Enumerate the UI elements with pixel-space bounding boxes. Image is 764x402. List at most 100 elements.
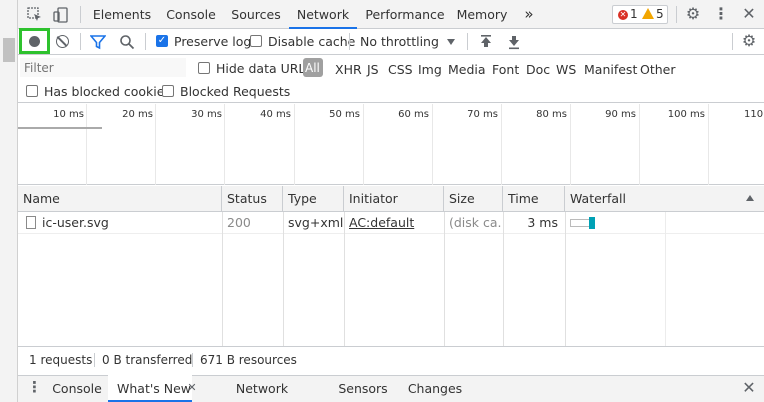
has-blocked-cookies-checkbox[interactable] xyxy=(26,85,38,97)
blocked-requests-checkbox[interactable] xyxy=(162,85,174,97)
overview-tick-label: 90 ms xyxy=(605,109,636,120)
column-header-status[interactable]: Status xyxy=(222,186,283,212)
inspect-element-icon[interactable] xyxy=(26,6,44,24)
customize-menu-icon[interactable]: ⋮ xyxy=(713,6,729,24)
close-drawer-icon[interactable]: ✕ xyxy=(740,380,758,398)
overview-tick-label: 80 ms xyxy=(536,109,567,120)
device-toolbar-icon[interactable] xyxy=(52,6,70,24)
filter-type-ws[interactable]: WS xyxy=(556,62,576,77)
status-separator xyxy=(192,353,193,367)
status-separator xyxy=(94,353,95,367)
overview-grid-line xyxy=(708,104,709,185)
overview-grid-line xyxy=(155,104,156,185)
request-status: 200 xyxy=(227,215,251,230)
overview-tick-label: 100 ms xyxy=(667,109,705,120)
scrollbar-thumb[interactable] xyxy=(3,38,15,62)
tab-console[interactable]: Console xyxy=(160,0,222,29)
clear-icon[interactable] xyxy=(56,35,69,48)
filter-type-doc[interactable]: Doc xyxy=(526,62,550,77)
filter-type-css[interactable]: CSS xyxy=(388,62,413,77)
search-icon[interactable] xyxy=(119,34,135,50)
waterfall-timing-bar xyxy=(589,217,595,229)
drawer-menu-icon[interactable]: ⋮ xyxy=(27,380,42,397)
export-har-icon[interactable] xyxy=(507,34,521,50)
tabbar-separator-2 xyxy=(676,6,677,23)
overview-grid-line xyxy=(501,104,502,185)
overview-grid-line xyxy=(639,104,640,185)
hide-data-urls-label[interactable]: Hide data URLs xyxy=(216,61,312,76)
tabbar-separator xyxy=(80,6,81,23)
disable-cache-checkbox[interactable] xyxy=(250,35,262,47)
filter-funnel-icon[interactable] xyxy=(89,34,107,50)
warning-count: 5 xyxy=(656,7,664,21)
overview-tick-label: 10 ms xyxy=(53,109,84,120)
close-whats-new-icon[interactable]: ✕ xyxy=(186,382,198,394)
toolbar-separator-2 xyxy=(145,33,146,50)
column-header-initiator[interactable]: Initiator xyxy=(344,186,444,212)
sort-ascending-icon[interactable] xyxy=(746,195,754,201)
filter-type-manifest[interactable]: Manifest xyxy=(584,62,637,77)
overview-tick-label: 70 ms xyxy=(467,109,498,120)
column-divider xyxy=(565,212,566,346)
overview-grid-line xyxy=(294,104,295,185)
error-count: 1 xyxy=(630,7,638,21)
filter-input[interactable] xyxy=(20,58,186,77)
filter-type-js[interactable]: JS xyxy=(367,62,379,77)
overview-grid-line xyxy=(432,104,433,185)
column-header-waterfall[interactable]: Waterfall xyxy=(565,186,764,212)
column-header-time[interactable]: Time xyxy=(503,186,565,212)
overview-tick-label: 60 ms xyxy=(398,109,429,120)
blocked-requests-label[interactable]: Blocked Requests xyxy=(180,84,290,99)
network-settings-gear-icon[interactable]: ⚙ xyxy=(740,33,758,51)
preserve-log-checkbox[interactable]: ✓ xyxy=(156,35,168,47)
overview-tick-label: 20 ms xyxy=(122,109,153,120)
filter-type-other[interactable]: Other xyxy=(640,62,676,77)
transferred-size: 0 B transferred xyxy=(102,353,193,367)
tab-memory[interactable]: Memory xyxy=(452,0,512,29)
drawer-tab-network-conditions[interactable]: Network conditions xyxy=(204,375,320,402)
overview-grid-line xyxy=(224,104,225,185)
settings-gear-icon[interactable]: ⚙ xyxy=(684,6,702,24)
toolbar-separator-3 xyxy=(349,33,350,50)
disable-cache-label[interactable]: Disable cache xyxy=(268,34,355,49)
tab-elements[interactable]: Elements xyxy=(88,0,156,29)
overview-grid-line xyxy=(86,104,87,185)
request-time: 3 ms xyxy=(527,215,558,230)
preserve-log-label[interactable]: Preserve log xyxy=(174,34,251,49)
overview-grid-line xyxy=(363,104,364,185)
filter-type-xhr[interactable]: XHR xyxy=(335,62,362,77)
more-tabs-button[interactable]: » xyxy=(518,0,540,29)
filter-type-media[interactable]: Media xyxy=(448,62,486,77)
file-icon xyxy=(26,216,36,229)
error-icon: ✕ xyxy=(618,10,628,20)
filter-type-font[interactable]: Font xyxy=(492,62,519,77)
throttling-select[interactable]: No throttling xyxy=(360,34,439,49)
column-header-size[interactable]: Size xyxy=(444,186,503,212)
drawer-tab-sensors[interactable]: Sensors xyxy=(336,375,390,402)
toolbar-separator xyxy=(80,33,81,50)
column-header-name[interactable]: Name xyxy=(18,186,222,212)
request-size: (disk ca... xyxy=(449,215,502,230)
column-header-type[interactable]: Type xyxy=(283,186,344,212)
tab-sources[interactable]: Sources xyxy=(226,0,286,29)
has-blocked-cookies-label[interactable]: Has blocked cookies xyxy=(44,84,171,99)
resources-size: 671 B resources xyxy=(200,353,297,367)
tab-performance[interactable]: Performance xyxy=(360,0,450,29)
request-type: svg+xml xyxy=(288,215,343,230)
hide-data-urls-checkbox[interactable] xyxy=(198,62,210,74)
drawer-tab-changes[interactable]: Changes xyxy=(406,375,464,402)
throttling-dropdown-icon[interactable] xyxy=(447,39,455,45)
waterfall-queue-bar xyxy=(570,219,590,227)
drawer-tab-whats-new[interactable]: What's New xyxy=(108,375,192,402)
requests-count: 1 requests xyxy=(29,353,93,367)
import-har-icon[interactable] xyxy=(479,34,493,50)
close-devtools-icon[interactable]: ✕ xyxy=(740,6,758,24)
request-name[interactable]: ic-user.svg xyxy=(37,212,217,234)
record-icon xyxy=(29,36,40,47)
request-initiator-link[interactable]: AC:default xyxy=(344,212,443,234)
drawer-tab-console[interactable]: Console xyxy=(49,375,105,402)
filter-type-img[interactable]: Img xyxy=(418,62,442,77)
tab-network[interactable]: Network xyxy=(289,0,357,29)
overview-tick-label: 30 ms xyxy=(191,109,222,120)
waterfall-grid-line xyxy=(665,212,666,346)
